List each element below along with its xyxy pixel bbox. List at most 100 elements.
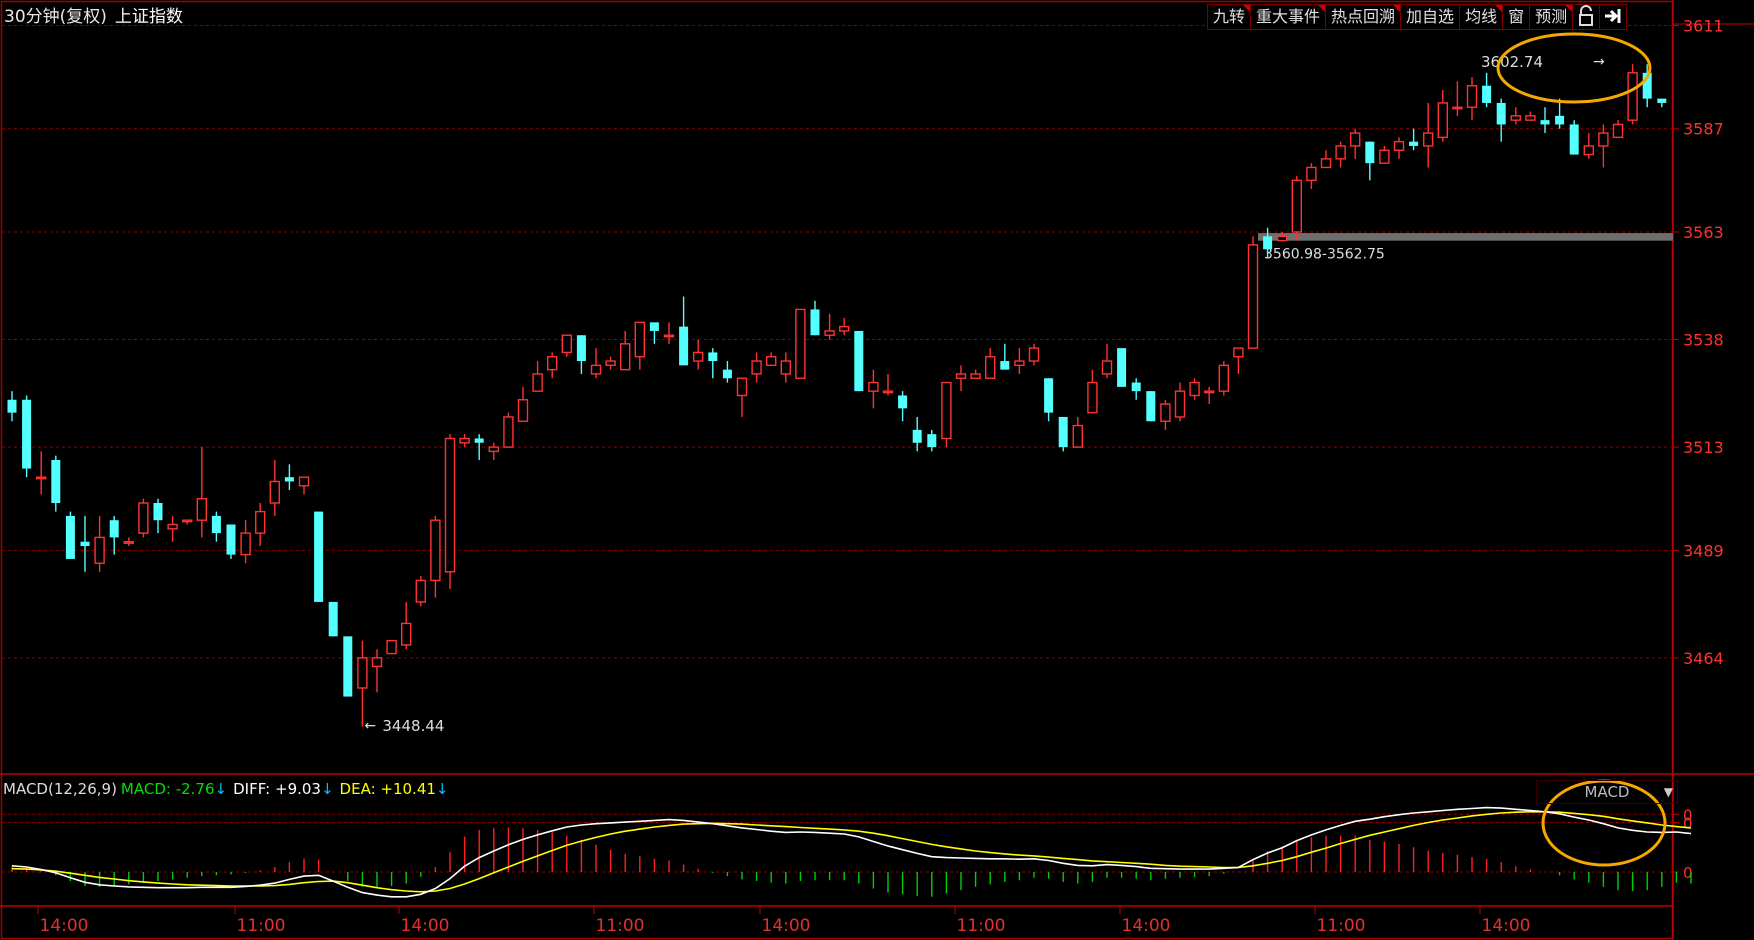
time-tick-label: 14:00 bbox=[1482, 916, 1531, 936]
low-arrow: ← bbox=[364, 718, 376, 734]
dea-value: DEA: +10.41 bbox=[339, 780, 436, 798]
macd-title: MACD(12,26,9) bbox=[3, 780, 117, 798]
red-corner-marker bbox=[1565, 5, 1573, 12]
candle-body-up bbox=[634, 321, 645, 358]
candle-body-up bbox=[1072, 424, 1084, 448]
candle-body-up bbox=[386, 639, 397, 655]
time-tick-label: 11:00 bbox=[237, 916, 286, 936]
candle-body-up bbox=[1393, 140, 1405, 151]
toolbar-moving-average-button[interactable]: 均线 bbox=[1460, 4, 1504, 30]
toolbar-window-button[interactable]: 窗 bbox=[1503, 4, 1531, 30]
candle-body-up bbox=[985, 356, 996, 379]
candle-body-down bbox=[284, 477, 294, 482]
candle-body-up bbox=[1291, 179, 1303, 233]
high-price-label: 3602.74 bbox=[1481, 53, 1543, 71]
time-tick-label: 11:00 bbox=[596, 916, 645, 936]
candle-body-up bbox=[240, 532, 251, 556]
candle-body-down bbox=[927, 434, 937, 448]
toolbar-add-watchlist-button[interactable]: 加自选 bbox=[1401, 4, 1461, 30]
candle-body-up bbox=[620, 343, 631, 371]
time-tick-label: 14:00 bbox=[1122, 916, 1171, 936]
candle-body-down bbox=[7, 399, 17, 413]
candle-body-up bbox=[868, 381, 879, 392]
down-arrow-icon: ↓ bbox=[214, 780, 228, 798]
toolbar-major-events-button[interactable]: 重大事件 bbox=[1251, 4, 1327, 30]
price-tick-label: 3464 bbox=[1683, 649, 1724, 668]
candle-body-down bbox=[679, 326, 689, 366]
candle-body-up bbox=[1583, 145, 1595, 156]
toolbar-forecast-button[interactable]: 预测 bbox=[1530, 4, 1574, 30]
candle-body-down bbox=[854, 330, 864, 392]
candle-body-up bbox=[254, 510, 266, 534]
chart-header: 30分钟(复权) 上证指数 bbox=[4, 2, 183, 27]
candle-body-up bbox=[1014, 360, 1025, 367]
time-tick-label: 14:00 bbox=[401, 916, 450, 936]
low-price-label: 3448.44 bbox=[382, 717, 444, 735]
exit-icon bbox=[1605, 9, 1621, 23]
candle-body-up bbox=[1306, 166, 1317, 182]
toolbar-jiuzhuan-button[interactable]: 九转 bbox=[1207, 4, 1252, 30]
chart-root: 3611 3587 3563 3538 3513 3489 3464 3560.98-3562… bbox=[0, 0, 1754, 940]
time-tick-label: 11:00 bbox=[957, 916, 1006, 936]
candle-body-up bbox=[547, 356, 558, 371]
candle-body-down bbox=[1146, 391, 1156, 422]
time-tick-label: 11:00 bbox=[1317, 916, 1366, 936]
candle-body-down bbox=[1555, 115, 1565, 125]
dropdown-arrow-icon: ▼ bbox=[1663, 785, 1673, 799]
candle-body-up bbox=[1160, 403, 1171, 422]
candle-body-up bbox=[517, 399, 529, 422]
red-corner-marker bbox=[1243, 5, 1251, 12]
candle-body-down bbox=[912, 429, 922, 443]
candle-body-up bbox=[444, 437, 456, 573]
indicator-select[interactable]: MACD ▼ bbox=[1536, 780, 1678, 804]
lock-button[interactable] bbox=[1573, 4, 1601, 30]
candle-body-up bbox=[269, 480, 280, 504]
candle-body-down bbox=[1058, 416, 1068, 448]
red-corner-marker bbox=[1495, 5, 1503, 12]
chart-canvas[interactable]: 3611 3587 3563 3538 3513 3489 3464 3560.98-3562… bbox=[0, 0, 1754, 940]
candle-body-up bbox=[488, 446, 499, 453]
price-tick-label: 3538 bbox=[1683, 331, 1724, 350]
toolbar-hotspot-review-button[interactable]: 热点回溯 bbox=[1326, 4, 1402, 30]
candle-body-down bbox=[1365, 141, 1375, 164]
exit-button[interactable] bbox=[1600, 4, 1628, 30]
candle-body-up bbox=[590, 364, 602, 375]
candle-body-up bbox=[94, 536, 105, 564]
candle-body-up bbox=[1627, 72, 1638, 121]
candle-body-down bbox=[226, 524, 236, 555]
dea-line bbox=[11, 810, 1692, 893]
candle-body-up bbox=[955, 373, 967, 379]
candle-body-down bbox=[109, 520, 119, 538]
candle-body-up bbox=[839, 325, 850, 332]
candle-body-up bbox=[795, 308, 806, 379]
candle-body-up bbox=[663, 334, 675, 338]
candle-body-up bbox=[401, 622, 412, 646]
candle-body-up bbox=[1087, 381, 1098, 414]
candle-body-up bbox=[503, 416, 514, 448]
candle-body-down bbox=[80, 541, 90, 547]
candle-body-up bbox=[941, 381, 952, 440]
candle-body-up bbox=[1247, 244, 1259, 349]
candle-body-down bbox=[1496, 102, 1506, 125]
lock-icon bbox=[1579, 5, 1594, 26]
gap-band bbox=[1258, 233, 1673, 241]
price-tick-label: 3563 bbox=[1683, 223, 1724, 242]
index-name: 上证指数 bbox=[114, 7, 183, 27]
candle-body-down bbox=[1263, 236, 1273, 250]
candle-body-up bbox=[1218, 364, 1230, 392]
gap-range-label: 3560.98-3562.75 bbox=[1264, 247, 1385, 263]
candle-body-up bbox=[1203, 390, 1215, 394]
diff-value: DIFF: +9.03 bbox=[233, 780, 321, 798]
candle-body-down bbox=[314, 511, 324, 602]
high-arrow: → bbox=[1593, 54, 1605, 70]
macd-value: MACD: -2.76 bbox=[120, 780, 215, 798]
candle-body-up bbox=[167, 523, 178, 530]
candle-body-up bbox=[561, 334, 572, 354]
candle-body-down bbox=[1409, 141, 1419, 146]
candle-body-up bbox=[1233, 347, 1244, 358]
candle-body-down bbox=[1540, 120, 1550, 125]
candle-body-up bbox=[1612, 123, 1624, 139]
candle-body-up bbox=[36, 476, 47, 480]
candle-body-down bbox=[722, 369, 732, 379]
price-tick-label: 3587 bbox=[1683, 120, 1724, 139]
